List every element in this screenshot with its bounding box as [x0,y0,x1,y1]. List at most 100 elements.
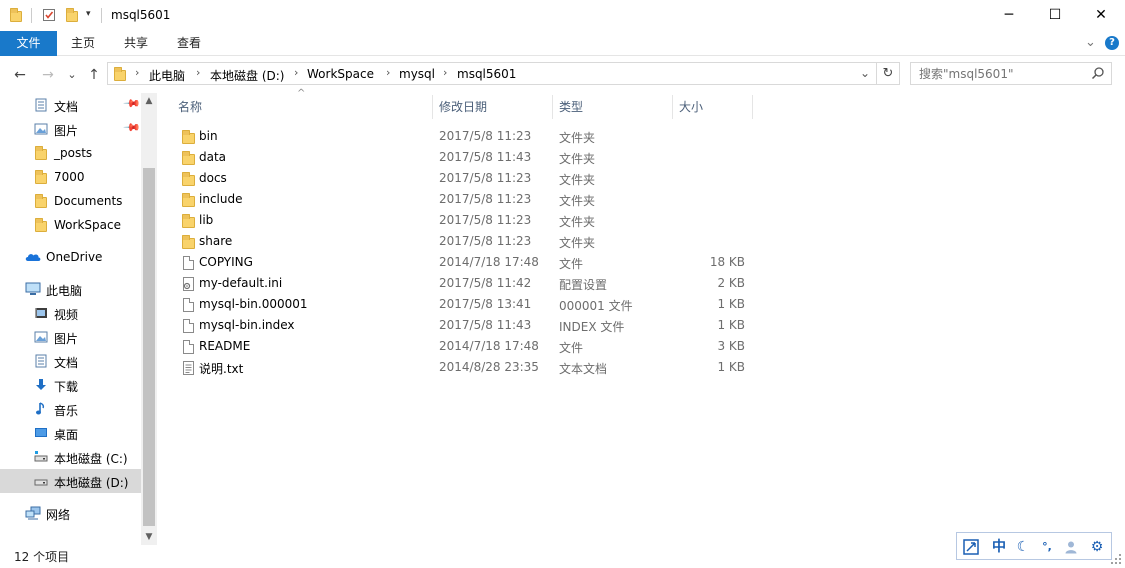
nav-item-desktop[interactable]: 桌面 [0,421,141,445]
file-row[interactable]: my-default.ini 2017/5/8 11:42 配置设置 2 KB [172,273,752,294]
ime-menu-icon[interactable] [960,536,982,558]
nav-pane-scrollbar[interactable]: ▲ ▼ [141,93,157,545]
help-icon[interactable]: ? [1105,36,1119,50]
close-button[interactable]: ✕ [1078,0,1124,31]
nav-item-pictures-pinned[interactable]: 图片 📌 [0,117,141,141]
file-size: 1 KB [717,318,745,332]
folder-icon [34,146,48,160]
user-icon[interactable] [1060,536,1082,558]
scroll-up-icon[interactable]: ▲ [141,93,157,109]
address-dropdown-icon[interactable]: ⌄ [860,66,870,80]
scroll-thumb[interactable] [143,168,155,526]
file-row[interactable]: lib 2017/5/8 11:23 文件夹 [172,210,752,231]
refresh-button[interactable]: ↻ [877,62,900,85]
nav-item-network[interactable]: 网络 [0,501,141,525]
nav-item-this-pc[interactable]: 此电脑 [0,277,141,301]
pin-icon[interactable]: 📌 [122,118,141,137]
column-header-size[interactable]: 大小 [673,95,752,119]
file-date: 2017/5/8 11:42 [439,276,532,290]
file-row[interactable]: 说明.txt 2014/8/28 23:35 文本文档 1 KB [172,357,752,378]
file-row[interactable]: mysql-bin.index 2017/5/8 11:43 INDEX 文件 … [172,315,752,336]
column-header-type[interactable]: 类型 [553,95,672,119]
cloud-icon [25,254,41,261]
file-size: 18 KB [709,255,745,269]
config-file-icon [181,277,195,291]
file-type: 文件 [559,257,584,271]
breadcrumb-separator[interactable]: › [443,66,447,79]
folder-icon [181,193,195,207]
tab-view[interactable]: 查看 [163,31,215,56]
scroll-down-icon[interactable]: ▼ [141,529,157,545]
file-type: 文本文档 [559,362,608,376]
moon-icon[interactable]: ☾ [1012,536,1034,558]
ime-punctuation-toggle[interactable]: °, [1036,536,1058,558]
search-icon[interactable] [1091,66,1105,80]
new-folder-icon[interactable] [65,8,79,22]
minimize-button[interactable]: ─ [986,0,1032,31]
file-row[interactable]: README 2014/7/18 17:48 文件 3 KB [172,336,752,357]
customize-toolbar-icon[interactable]: ▾ [86,9,91,19]
nav-item-posts[interactable]: _posts [0,141,141,165]
breadcrumb-separator[interactable]: › [135,66,139,79]
tab-home[interactable]: 主页 [57,31,109,56]
properties-icon[interactable] [42,8,56,22]
up-button[interactable]: ↑ [84,65,104,85]
file-row[interactable]: bin 2017/5/8 11:23 文件夹 [172,126,752,147]
file-row[interactable]: share 2017/5/8 11:23 文件夹 [172,231,752,252]
nav-item-label: WorkSpace [54,218,121,232]
nav-item-documents-folder[interactable]: Documents [0,189,141,213]
file-row[interactable]: include 2017/5/8 11:23 文件夹 [172,189,752,210]
resize-grip-icon[interactable] [1110,553,1122,565]
recent-locations-button[interactable]: ⌄ [62,65,82,85]
forward-button[interactable]: → [38,65,58,85]
picture-icon [34,123,48,135]
ime-language-toggle[interactable]: 中 [988,536,1010,558]
nav-item-label: 本地磁盘 (D:) [54,476,129,490]
tab-file[interactable]: 文件 [0,31,57,56]
file-size: 1 KB [717,297,745,311]
address-bar[interactable]: › 此电脑 › 本地磁盘 (D:) › WorkSpace › mysql › … [107,62,877,85]
column-header-date[interactable]: 修改日期 [433,95,552,119]
file-row[interactable]: COPYING 2014/7/18 17:48 文件 18 KB [172,252,752,273]
breadcrumb-mysql[interactable]: mysql [399,67,435,81]
file-size: 2 KB [717,276,745,290]
breadcrumb-separator[interactable]: › [294,66,298,79]
nav-item-drive-d[interactable]: 本地磁盘 (D:) [0,469,141,493]
breadcrumb-msql5601[interactable]: msql5601 [457,67,516,81]
pin-icon[interactable]: 📌 [122,94,141,113]
nav-item-label: 此电脑 [46,284,83,298]
nav-item-documents[interactable]: 文档 [0,349,141,373]
breadcrumb-this-pc[interactable]: 此电脑 [149,67,185,84]
file-size: 3 KB [717,339,745,353]
search-box[interactable] [910,62,1112,85]
column-header-name[interactable]: 名称 [172,95,432,119]
file-name: mysql-bin.index [199,318,295,332]
gear-icon[interactable]: ⚙ [1086,536,1108,558]
nav-item-videos[interactable]: 视频 [0,301,141,325]
breadcrumb-separator[interactable]: › [196,66,200,79]
nav-item-drive-c[interactable]: 本地磁盘 (C:) [0,445,141,469]
expand-ribbon-icon[interactable]: ⌄ [1085,35,1096,50]
nav-item-workspace[interactable]: WorkSpace [0,213,141,237]
nav-item-music[interactable]: 音乐 [0,397,141,421]
file-type: 文件夹 [559,194,596,208]
nav-item-pictures[interactable]: 图片 [0,325,141,349]
file-row[interactable]: mysql-bin.000001 2017/5/8 13:41 000001 文… [172,294,752,315]
nav-item-7000[interactable]: 7000 [0,165,141,189]
breadcrumb-separator[interactable]: › [386,66,390,79]
file-type: 文件 [559,341,584,355]
nav-item-downloads[interactable]: 下载 [0,373,141,397]
nav-item-label: 视频 [54,308,79,322]
breadcrumb-drive-d[interactable]: 本地磁盘 (D:) [210,67,284,84]
nav-item-onedrive[interactable]: OneDrive [0,245,141,269]
breadcrumb-workspace[interactable]: WorkSpace [307,67,374,81]
tab-share[interactable]: 共享 [109,31,163,56]
nav-item-label: 文档 [54,356,79,370]
back-button[interactable]: ← [10,65,30,85]
file-row[interactable]: data 2017/5/8 11:43 文件夹 [172,147,752,168]
maximize-button[interactable]: ☐ [1032,0,1078,31]
search-input[interactable] [911,63,1089,84]
file-row[interactable]: docs 2017/5/8 11:23 文件夹 [172,168,752,189]
nav-item-documents-pinned[interactable]: 文档 📌 [0,93,141,117]
column-divider[interactable] [752,95,753,119]
